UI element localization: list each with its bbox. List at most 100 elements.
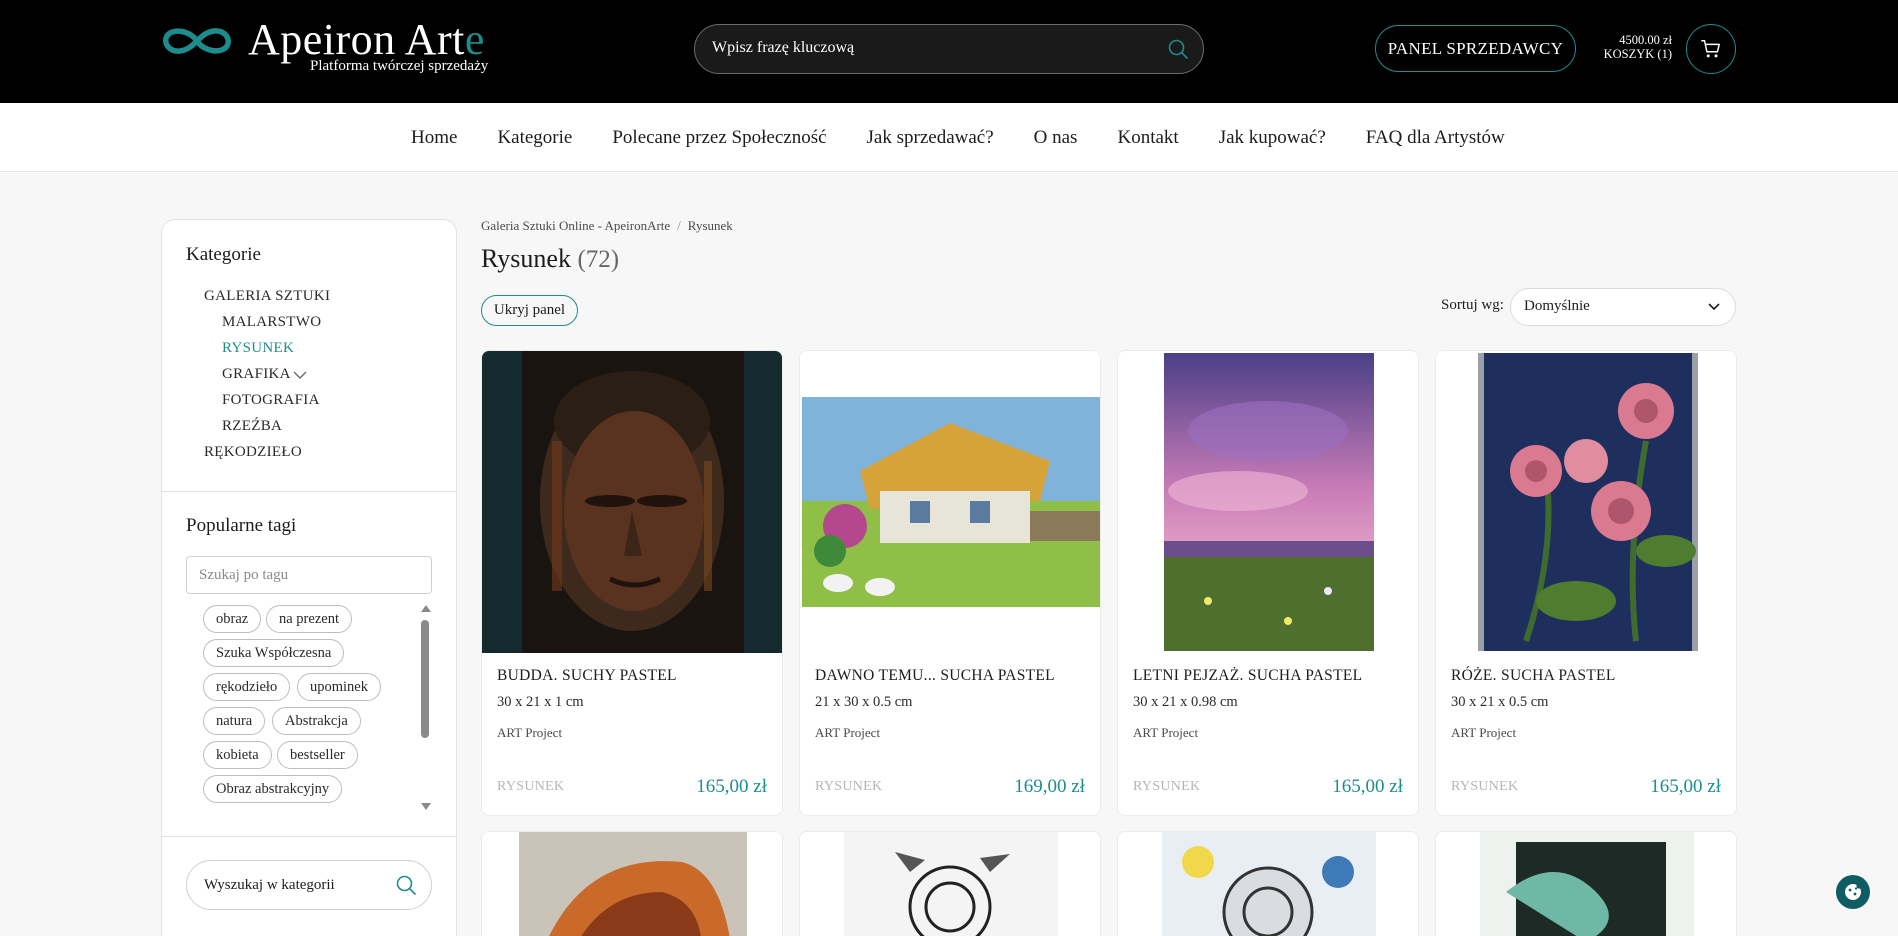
tag-chip[interactable]: upominek [297,673,381,701]
product-card[interactable]: BUDDA. SUCHY PASTEL 30 x 21 x 1 cm ART P… [481,350,783,816]
product-dimensions: 21 x 30 x 0.5 cm [815,694,913,710]
product-category[interactable]: RYSUNEK [1451,779,1518,795]
tag-search-field[interactable] [186,556,432,594]
sidebar: Kategorie GALERIA SZTUKI MALARSTWO RYSUN… [161,219,457,936]
product-count: (72) [577,246,620,273]
product-image[interactable] [1118,832,1419,936]
top-header: Apeiron Arte Platforma twórczej sprzedaż… [0,0,1898,103]
category-malarstwo[interactable]: MALARSTWO [222,314,321,331]
tag-chip[interactable]: bestseller [277,741,358,769]
tag-chip[interactable]: Obraz abstrakcyjny [203,775,343,803]
product-price: 169,00 zł [1014,776,1085,797]
breadcrumb-separator: / [677,218,681,233]
product-title[interactable]: DAWNO TEMU... SUCHA PASTEL [815,667,1055,685]
chevron-down-icon [1708,303,1720,311]
tag-chip[interactable]: Szuka Współczesna [203,639,345,667]
nav-categories[interactable]: Kategorie [497,127,572,149]
tag-chip[interactable]: kobieta [203,741,272,769]
product-card[interactable]: DAWNO TEMU... SUCHA PASTEL 21 x 30 x 0.5… [799,350,1101,816]
search-icon[interactable] [395,874,417,896]
page-title: Rysunek (72) [481,244,620,273]
search-icon[interactable] [1167,38,1189,60]
sort-label: Sortuj wg: [1441,297,1504,313]
nav-home[interactable]: Home [411,127,457,149]
category-search-field[interactable]: Wyszukaj w kategorii [186,860,432,910]
product-category[interactable]: RYSUNEK [1133,779,1200,795]
product-image[interactable] [1436,832,1737,936]
product-card[interactable] [799,831,1101,936]
hide-panel-button[interactable]: Ukryj panel [481,295,578,326]
sidebar-divider [162,836,456,837]
category-rekodzielo[interactable]: RĘKODZIEŁO [204,444,302,461]
breadcrumb-current: Rysunek [687,218,733,233]
nav-faq-artists[interactable]: FAQ dla Artystów [1366,127,1505,149]
nav-community-picks[interactable]: Polecane przez Społeczność [612,127,826,149]
category-search-placeholder: Wyszukaj w kategorii [204,877,335,893]
tag-chip[interactable]: na prezent [266,605,352,633]
cart-icon [1701,40,1720,58]
cart-summary[interactable]: 4500.00 zł KOSZYK (1) [1590,33,1672,61]
category-rzezba[interactable]: RZEŹBA [222,418,282,435]
product-artist[interactable]: ART Project [1451,725,1516,741]
product-title[interactable]: LETNI PEJZAŻ. SUCHA PASTEL [1133,667,1362,685]
scroll-thumb[interactable] [421,620,429,738]
breadcrumb-home[interactable]: Galeria Sztuki Online - ApeironArte [481,218,670,233]
tag-search-input[interactable] [187,557,431,593]
product-artist[interactable]: ART Project [497,725,562,741]
product-title[interactable]: BUDDA. SUCHY PASTEL [497,667,677,685]
category-rysunek[interactable]: RYSUNEK [222,340,294,357]
sort-select[interactable]: Domyślnie [1510,288,1736,326]
product-price: 165,00 zł [696,776,767,797]
cookie-icon [1845,883,1862,900]
category-galeria-sztuki[interactable]: GALERIA SZTUKI [204,288,330,305]
product-price: 165,00 zł [1332,776,1403,797]
product-card[interactable] [481,831,783,936]
product-category[interactable]: RYSUNEK [815,779,882,795]
logo-infinity-icon [163,28,231,54]
product-image[interactable] [482,351,783,653]
tag-chip[interactable]: Abstrakcja [272,707,361,735]
product-card[interactable]: LETNI PEJZAŻ. SUCHA PASTEL 30 x 21 x 0.9… [1117,350,1419,816]
cookie-settings-button[interactable] [1836,875,1870,909]
scroll-down-icon[interactable] [421,803,431,810]
search-input[interactable]: Wpisz frazę kluczową [694,24,1204,74]
product-image[interactable] [1436,351,1737,653]
sort-value: Domyślnie [1524,298,1590,314]
product-card[interactable] [1435,831,1737,936]
nav-how-to-sell[interactable]: Jak sprzedawać? [867,127,994,149]
seller-panel-button[interactable]: PANEL SPRZEDAWCY [1375,25,1576,72]
breadcrumb: Galeria Sztuki Online - ApeironArte / Rysu… [481,218,733,234]
nav-about[interactable]: O nas [1034,127,1078,149]
search-placeholder: Wpisz frazę kluczową [712,39,855,56]
tag-chip[interactable]: natura [203,707,266,735]
chevron-down-icon[interactable] [292,370,308,380]
scroll-up-icon[interactable] [421,605,431,612]
site-logo[interactable]: Apeiron Arte Platforma twórczej sprzedaż… [160,15,490,78]
product-card[interactable]: RÓŻE. SUCHA PASTEL 30 x 21 x 0.5 cm ART … [1435,350,1737,816]
product-category[interactable]: RYSUNEK [497,779,564,795]
categories-heading: Kategorie [186,244,261,265]
category-grafika[interactable]: GRAFIKA [222,366,291,383]
product-image[interactable] [1118,351,1419,653]
product-artist[interactable]: ART Project [815,725,880,741]
main-navigation: Home Kategorie Polecane przez Społecznoś… [0,103,1898,172]
tags-heading: Popularne tagi [186,515,297,536]
product-image[interactable] [800,832,1101,936]
nav-contact[interactable]: Kontakt [1117,127,1178,149]
tag-chip[interactable]: rękodzieło [203,673,291,701]
cart-button[interactable] [1686,24,1736,74]
product-image[interactable] [482,832,783,936]
tags-scrollbar[interactable] [419,605,431,810]
tags-list: obraz na prezent Szuka Współczesna rękod… [186,605,436,810]
product-price: 165,00 zł [1650,776,1721,797]
product-artist[interactable]: ART Project [1133,725,1198,741]
product-card[interactable] [1117,831,1419,936]
category-fotografia[interactable]: FOTOGRAFIA [222,392,320,409]
product-image[interactable] [800,351,1101,653]
nav-how-to-buy[interactable]: Jak kupować? [1219,127,1326,149]
tag-chip[interactable]: obraz [203,605,262,633]
product-title[interactable]: RÓŻE. SUCHA PASTEL [1451,667,1616,685]
cart-total: 4500.00 zł [1619,33,1672,47]
product-dimensions: 30 x 21 x 1 cm [497,694,584,710]
logo-subtitle: Platforma twórczej sprzedaży [310,58,489,74]
